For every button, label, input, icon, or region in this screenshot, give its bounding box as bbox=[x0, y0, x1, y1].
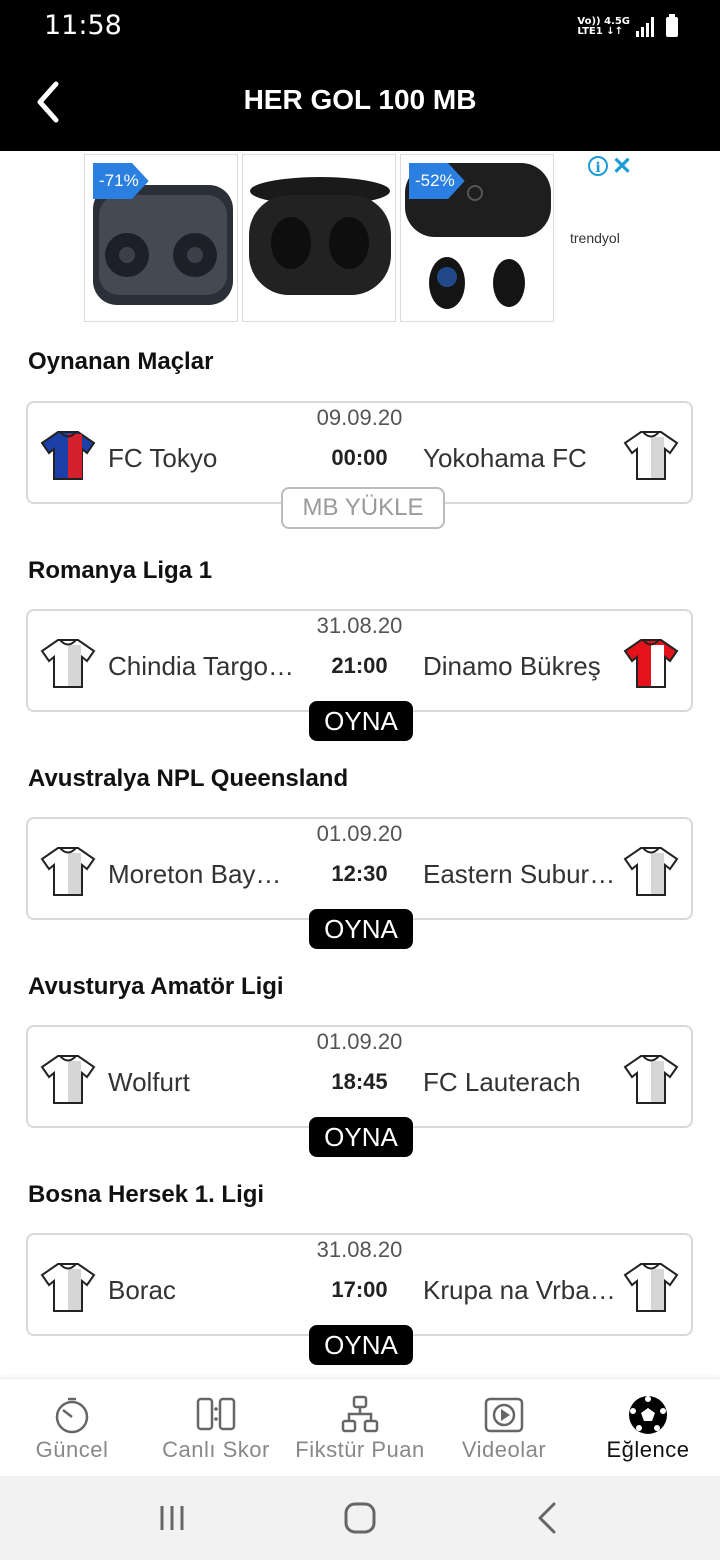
section-title: Bosna Hersek 1. Ligi bbox=[28, 1181, 265, 1208]
away-jersey-icon bbox=[623, 639, 679, 688]
nav-item-canli-skor[interactable]: Canlı Skor bbox=[144, 1379, 288, 1477]
earbuds-image bbox=[249, 177, 391, 295]
top-bar: 11:58 Vo)) 4.5G LTE1 ↓↑ HER GOL 100 MB bbox=[0, 0, 720, 151]
section-title: Romanya Liga 1 bbox=[28, 557, 213, 584]
play-button[interactable]: OYNA bbox=[309, 1325, 413, 1365]
away-team: Dinamo Bükreş bbox=[423, 651, 601, 681]
system-back-button[interactable] bbox=[526, 1496, 570, 1540]
play-button[interactable]: OYNA bbox=[309, 701, 413, 741]
back-icon bbox=[538, 1502, 556, 1534]
ad-brand-logo: trendyol bbox=[570, 230, 620, 246]
play-icon bbox=[484, 1397, 524, 1433]
nav-label: Canlı Skor bbox=[162, 1437, 270, 1462]
section-title: Oynanan Maçlar bbox=[28, 348, 214, 375]
timer-icon bbox=[55, 1397, 89, 1434]
nav-label: Güncel bbox=[35, 1437, 109, 1462]
match-date: 01.09.20 bbox=[316, 1029, 403, 1054]
ad-product-tile[interactable]: -52% bbox=[400, 154, 554, 322]
match-card[interactable]: Wolfurt 01.09.20 18:45 FC Lauterach OYNA bbox=[26, 1025, 693, 1157]
bracket-icon bbox=[341, 1395, 379, 1433]
status-time: 11:58 bbox=[44, 10, 122, 41]
match-card[interactable]: FC Tokyo 09.09.20 00:00 Yokohama FC MB Y… bbox=[26, 401, 693, 529]
play-button[interactable]: OYNA bbox=[309, 1117, 413, 1157]
ad-info-icon[interactable]: i bbox=[588, 156, 608, 176]
away-team: Eastern Subur… bbox=[423, 859, 616, 889]
away-jersey-icon bbox=[623, 431, 679, 480]
mb-load-button[interactable]: MB YÜKLE bbox=[281, 487, 445, 529]
home-icon bbox=[344, 1502, 376, 1534]
ad-product-tile[interactable]: -71% bbox=[84, 154, 238, 322]
nav-label: Eğlence bbox=[606, 1437, 690, 1462]
soccer-ball-icon bbox=[629, 1396, 667, 1434]
page-title: HER GOL 100 MB bbox=[243, 84, 477, 115]
match-date: 31.08.20 bbox=[316, 613, 403, 638]
home-button[interactable] bbox=[338, 1496, 382, 1540]
nav-item-videolar[interactable]: Videolar bbox=[432, 1379, 576, 1477]
signal-icon bbox=[636, 17, 654, 37]
nav-label: Fikstür Puan bbox=[295, 1437, 425, 1462]
nav-item-guncel[interactable]: Güncel bbox=[0, 1379, 144, 1477]
section-title: Avustralya NPL Queensland bbox=[28, 765, 349, 792]
network-line-2: LTE1 ↓↑ bbox=[577, 26, 623, 37]
away-jersey-icon bbox=[623, 1263, 679, 1312]
match-card[interactable]: Chindia Targo… 31.08.20 21:00 Dinamo Bük… bbox=[26, 609, 693, 741]
nav-item-eglence[interactable]: Eğlence bbox=[576, 1379, 720, 1477]
match-date: 01.09.20 bbox=[316, 821, 403, 846]
ad-product-tile[interactable] bbox=[242, 154, 396, 322]
away-team: Yokohama FC bbox=[423, 443, 587, 473]
away-jersey-icon bbox=[623, 1055, 679, 1104]
away-team: Krupa na Vrba… bbox=[423, 1275, 616, 1305]
network-indicator: Vo)) 4.5G LTE1 ↓↑ bbox=[577, 17, 630, 37]
battery-icon bbox=[666, 14, 678, 37]
nav-item-fikstur-puan[interactable]: Fikstür Puan bbox=[288, 1379, 432, 1477]
nav-label: Videolar bbox=[461, 1437, 547, 1462]
status-icons: Vo)) 4.5G LTE1 ↓↑ bbox=[577, 14, 678, 40]
recents-button[interactable] bbox=[150, 1496, 194, 1540]
away-team: FC Lauterach bbox=[423, 1067, 581, 1097]
match-card[interactable]: Borac 31.08.20 17:00 Krupa na Vrba… OYNA bbox=[26, 1233, 693, 1365]
ad-banner[interactable]: -71% -52% i ✕ trendyol bbox=[84, 152, 644, 324]
match-card[interactable]: Moreton Bay… 01.09.20 12:30 Eastern Subu… bbox=[26, 817, 693, 949]
match-date: 31.08.20 bbox=[316, 1237, 403, 1262]
ad-close-icon[interactable]: ✕ bbox=[612, 152, 632, 181]
system-nav-bar bbox=[0, 1476, 720, 1560]
away-jersey-icon bbox=[623, 847, 679, 896]
scoreboard-icon bbox=[196, 1397, 236, 1431]
match-date: 09.09.20 bbox=[316, 405, 403, 430]
play-button[interactable]: OYNA bbox=[309, 909, 413, 949]
bottom-nav: Güncel Canlı Skor Fikstür Puan Videolar bbox=[0, 1378, 720, 1477]
section-title: Avusturya Amatör Ligi bbox=[28, 973, 284, 1000]
recents-icon bbox=[160, 1506, 184, 1530]
